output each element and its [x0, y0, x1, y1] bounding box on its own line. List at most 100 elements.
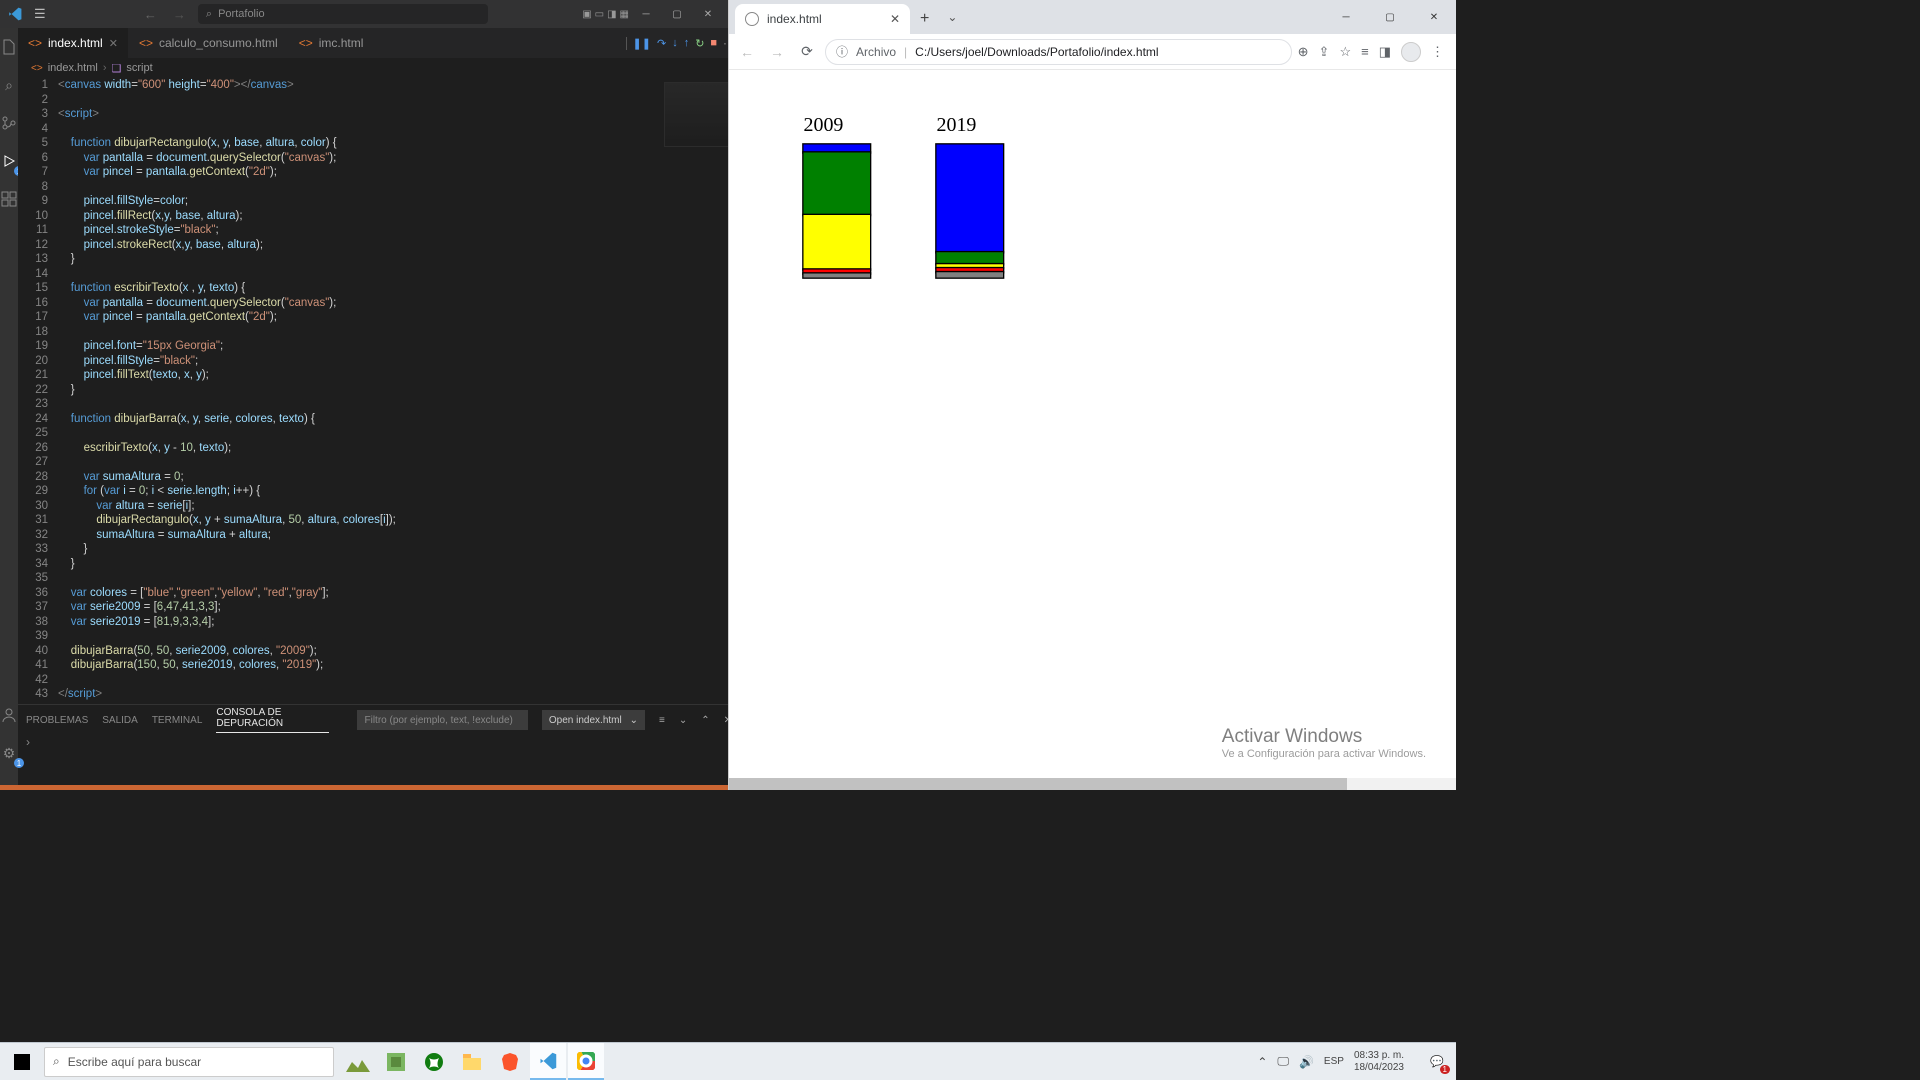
bookmark-star-icon[interactable]: ☆ [1339, 44, 1351, 60]
tab-search-icon[interactable]: ⌄ [939, 10, 965, 24]
debug-step-into-icon[interactable]: ↓ [672, 37, 678, 49]
debug-continue-icon[interactable]: ❚❚ [626, 37, 651, 50]
new-tab-button[interactable]: + [910, 4, 939, 34]
nav-forward-icon[interactable]: → [765, 44, 789, 60]
taskbar-vscode-icon[interactable] [530, 1043, 566, 1080]
reading-list-icon[interactable]: ≡ [1361, 44, 1369, 59]
menu-icon[interactable]: ☰ [34, 6, 46, 22]
activate-sub: Ve a Configuración para activar Windows. [1222, 748, 1426, 760]
nav-forward-icon[interactable]: → [169, 7, 190, 22]
tab-title: index.html [767, 12, 822, 26]
debug-target-select[interactable]: Open index.html⌄ [542, 710, 645, 730]
panel-tab-problemas[interactable]: PROBLEMAS [26, 715, 88, 726]
tab-label: calculo_consumo.html [159, 36, 278, 50]
tab-label: index.html [48, 36, 103, 50]
tray-volume-icon[interactable]: 🔊 [1299, 1055, 1314, 1069]
info-icon[interactable]: ⓘ [836, 43, 848, 60]
horizontal-scrollbar[interactable] [729, 778, 1456, 790]
source-control-icon[interactable] [0, 114, 18, 132]
browser-tab[interactable]: index.html ✕ [735, 4, 910, 34]
layout-customize-icon[interactable]: ▦ [620, 9, 629, 20]
chart-bar-segment [937, 145, 1004, 253]
chrome-menu-icon[interactable]: ⋮ [1431, 44, 1444, 60]
taskbar-xbox-icon[interactable] [416, 1043, 452, 1080]
layout-panel-left-icon[interactable]: ▣ [582, 9, 591, 20]
nav-back-icon[interactable]: ← [140, 7, 161, 22]
debug-step-out-icon[interactable]: ↑ [684, 37, 690, 49]
status-bar[interactable] [0, 785, 728, 790]
vscode-window: ☰ ← → ⌕ Portafolio ▣ ▭ ◨ ▦ ─ ▢ ✕ ⌕ 1 [0, 0, 728, 790]
tray-chevron-icon[interactable]: ⌃ [1257, 1055, 1267, 1069]
window-minimize-icon[interactable]: ─ [632, 9, 660, 20]
chart-bar-segment [804, 215, 871, 270]
taskbar-brave-icon[interactable] [492, 1043, 528, 1080]
tab-close-icon[interactable]: ✕ [890, 12, 900, 26]
taskbar-minecraft-icon[interactable] [378, 1043, 414, 1080]
debug-restart-icon[interactable]: ↻ [695, 37, 704, 50]
tab-calculo-consumo[interactable]: <> calculo_consumo.html [129, 28, 289, 58]
tab-imc[interactable]: <> imc.html [289, 28, 375, 58]
zoom-icon[interactable]: ⊕ [1298, 44, 1309, 60]
chart-year-label: 2009 [804, 115, 844, 138]
debug-stop-icon[interactable]: ■ [710, 37, 717, 49]
taskbar-chrome-icon[interactable] [568, 1043, 604, 1080]
nav-back-icon[interactable]: ← [735, 44, 759, 60]
url-scheme: Archivo [856, 45, 896, 59]
breadcrumb[interactable]: <> index.html › ❑ script [18, 58, 740, 78]
window-minimize-icon[interactable]: ─ [1324, 0, 1368, 34]
chart-bar-segment [804, 152, 871, 215]
debug-console-input[interactable]: › [18, 735, 740, 749]
action-center-icon[interactable]: 💬1 [1420, 1043, 1454, 1080]
tab-index-html[interactable]: <> index.html ✕ [18, 28, 129, 58]
extensions-icon[interactable] [0, 190, 18, 208]
tray-monitor-icon[interactable]: 🖵 [1277, 1054, 1289, 1069]
debug-icon[interactable]: 1 [0, 152, 18, 170]
window-maximize-icon[interactable]: ▢ [1368, 0, 1412, 34]
taskbar-explorer-icon[interactable] [454, 1043, 490, 1080]
notif-badge: 1 [1440, 1065, 1450, 1074]
panel-tab-salida[interactable]: SALIDA [102, 715, 138, 726]
window-close-icon[interactable]: ✕ [694, 9, 722, 20]
search-icon[interactable]: ⌕ [0, 76, 18, 94]
search-icon: ⌕ [206, 8, 212, 21]
page-favicon-icon [745, 12, 759, 26]
clock-date: 18/04/2023 [1354, 1062, 1404, 1074]
taskbar-landscape-icon[interactable] [340, 1043, 376, 1080]
page-viewport[interactable]: 20092019 Activar Windows Ve a Configurac… [729, 70, 1456, 790]
address-bar-row: ← → ⟳ ⓘ Archivo | C:/Users/joel/Download… [729, 34, 1456, 70]
start-button[interactable] [0, 1043, 44, 1080]
account-icon[interactable] [0, 706, 18, 724]
collapse-panel-icon[interactable]: ⌄ [679, 715, 687, 726]
code-editor[interactable]: 1234567891011121314151617181920212223242… [18, 78, 740, 704]
maximize-panel-icon[interactable]: ⌃ [701, 715, 709, 726]
panel-tab-terminal[interactable]: TERMINAL [152, 715, 203, 726]
profile-avatar-icon[interactable] [1401, 42, 1421, 62]
html-file-icon: <> [139, 36, 153, 50]
reload-icon[interactable]: ⟳ [795, 43, 819, 60]
window-close-icon[interactable]: ✕ [1412, 0, 1456, 34]
clock-time: 08:33 p. m. [1354, 1050, 1404, 1062]
debug-step-over-icon[interactable]: ↷ [657, 37, 666, 50]
address-bar[interactable]: ⓘ Archivo | C:/Users/joel/Downloads/Port… [825, 39, 1292, 65]
taskbar-search[interactable]: ⌕ Escribe aquí para buscar [44, 1047, 334, 1077]
panel-tab-debug-console[interactable]: CONSOLA DE DEPURACIÓN [216, 707, 329, 733]
activity-bar: ⌕ 1 ⚙1 [0, 28, 18, 790]
share-icon[interactable]: ⇪ [1319, 44, 1330, 60]
taskbar-clock[interactable]: 08:33 p. m. 18/04/2023 [1354, 1050, 1410, 1074]
tray-language-icon[interactable]: ESP [1324, 1056, 1344, 1067]
chart-year-label: 2019 [937, 115, 977, 138]
explorer-icon[interactable] [0, 38, 18, 56]
code-content[interactable]: <canvas width="600" height="400"></canva… [58, 78, 660, 704]
clear-console-icon[interactable]: ≡ [659, 715, 665, 726]
window-maximize-icon[interactable]: ▢ [663, 9, 691, 20]
settings-gear-icon[interactable]: ⚙1 [0, 744, 18, 762]
side-panel-icon[interactable]: ◨ [1379, 44, 1391, 60]
filter-input[interactable]: Filtro (por ejemplo, text, !exclude) [357, 710, 527, 730]
tab-close-icon[interactable]: ✕ [109, 37, 118, 50]
chart-bar-segment [804, 274, 871, 278]
layout-panel-bottom-icon[interactable]: ▭ [595, 9, 604, 20]
breadcrumb-file: index.html [48, 62, 98, 74]
layout-panel-right-icon[interactable]: ◨ [607, 9, 616, 20]
command-center[interactable]: ⌕ Portafolio [198, 4, 488, 24]
editor-area: <> index.html ✕ <> calculo_consumo.html … [18, 28, 740, 790]
